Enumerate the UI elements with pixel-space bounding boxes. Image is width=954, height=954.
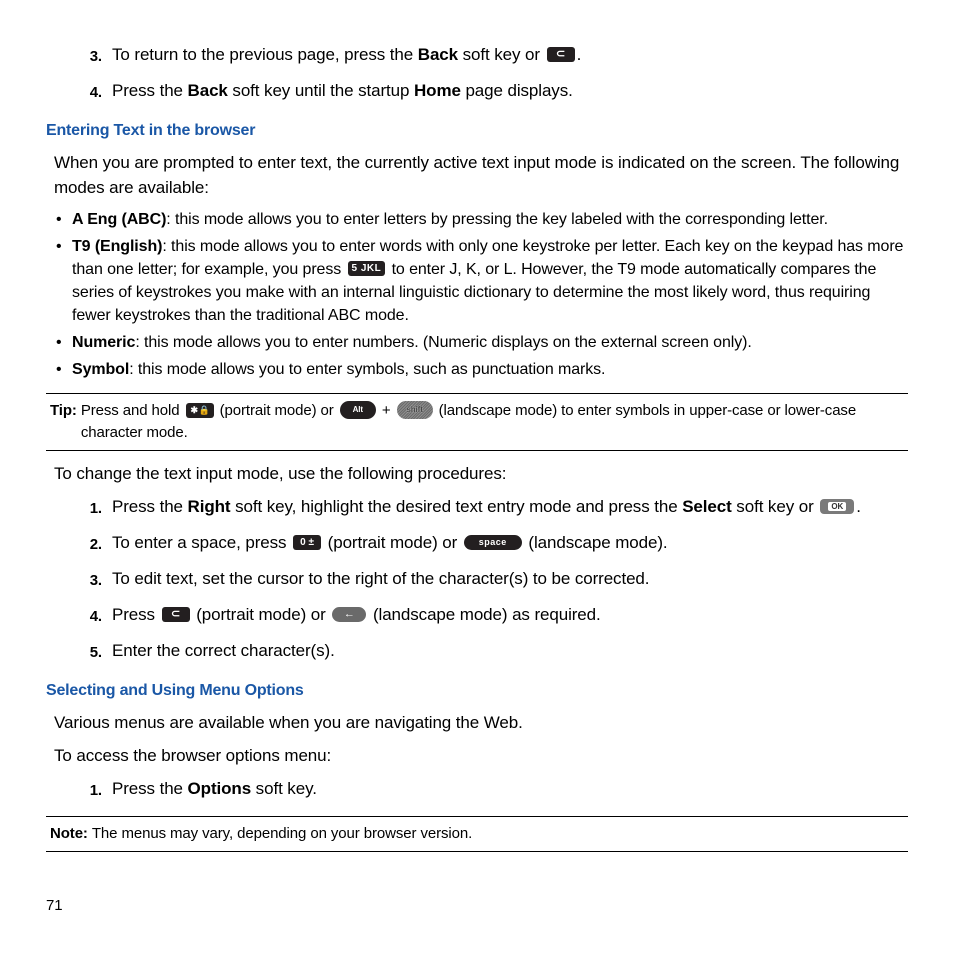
five-jkl-key-icon [348, 261, 386, 276]
step-body: To enter a space, press (portrait mode) … [112, 530, 908, 558]
shift-key-icon [397, 401, 433, 419]
intro-paragraph: When you are prompted to enter text, the… [54, 150, 908, 200]
text: : this mode allows you to enter symbols,… [129, 361, 605, 378]
options-step-1: 1. Press the Options soft key. [74, 776, 908, 804]
text: (landscape mode) as required. [368, 605, 600, 624]
text: (portrait mode) or [323, 533, 462, 552]
step-body: Enter the correct character(s). [112, 638, 908, 666]
step-number: 2. [74, 530, 112, 558]
tip-callout: Tip: Press and hold (portrait mode) or +… [46, 393, 908, 451]
text: (portrait mode) or [216, 402, 338, 419]
step-number: 5. [74, 638, 112, 666]
text: Press and hold [81, 402, 184, 419]
text: soft key or [458, 45, 545, 64]
step-body: Press the Options soft key. [112, 776, 908, 804]
bullet-t9: • T9 (English): this mode allows you to … [54, 235, 908, 327]
back-arrow-key-icon [332, 607, 366, 622]
note-lead: Note: [50, 823, 92, 845]
bullet-dot: • [54, 208, 72, 231]
bullet-a-eng: • A Eng (ABC): this mode allows you to e… [54, 208, 908, 231]
mode-bullets: • A Eng (ABC): this mode allows you to e… [54, 208, 908, 381]
bullet-body: Symbol: this mode allows you to enter sy… [72, 358, 908, 381]
bullet-numeric: • Numeric: this mode allows you to enter… [54, 331, 908, 354]
bullet-body: T9 (English): this mode allows you to en… [72, 235, 908, 327]
tip-body: Press and hold (portrait mode) or + (lan… [81, 400, 908, 444]
text: : this mode allows you to enter letters … [166, 211, 828, 228]
text: Press the [112, 81, 188, 100]
text: Enter the correct character(s). [112, 641, 335, 660]
text: To return to the previous page, press th… [112, 45, 418, 64]
note-callout: Note: The menus may vary, depending on y… [46, 816, 908, 852]
step-1: 1. Press the Right soft key, highlight t… [74, 494, 908, 522]
text: . [577, 45, 582, 64]
bold-back: Back [418, 45, 458, 64]
step-body: Press the Right soft key, highlight the … [112, 494, 908, 522]
manual-page: { "steps_top": [ {"num": "3.", "pre": "T… [0, 0, 954, 954]
step-number: 4. [74, 602, 112, 630]
text: To enter a space, press [112, 533, 291, 552]
heading-entering-text: Entering Text in the browser [46, 122, 908, 140]
back-key-icon [547, 47, 575, 62]
step-body: Press the Back soft key until the startu… [112, 78, 908, 106]
space-key-icon [464, 535, 522, 550]
bullet-dot: • [54, 235, 72, 327]
lead: A Eng (ABC) [72, 211, 166, 228]
star-lock-key-icon [186, 403, 214, 418]
menu-para-1: Various menus are available when you are… [54, 710, 908, 735]
text: + [378, 402, 395, 419]
bold-options: Options [188, 779, 252, 798]
alt-key-icon [340, 401, 376, 419]
text: (portrait mode) or [192, 605, 331, 624]
change-mode-intro: To change the text input mode, use the f… [54, 461, 908, 486]
step-body: To return to the previous page, press th… [112, 42, 908, 70]
step-number: 1. [74, 494, 112, 522]
step-3: 3. To return to the previous page, press… [74, 42, 908, 70]
bold-select: Select [682, 497, 732, 516]
step-2: 2. To enter a space, press (portrait mod… [74, 530, 908, 558]
step-3b: 3. To edit text, set the cursor to the r… [74, 566, 908, 594]
step-body: To edit text, set the cursor to the righ… [112, 566, 908, 594]
bold-back: Back [188, 81, 228, 100]
step-body: Press (portrait mode) or (landscape mode… [112, 602, 908, 630]
ok-key-icon [820, 499, 854, 514]
zero-key-icon [293, 535, 321, 550]
menu-para-2: To access the browser options menu: [54, 743, 908, 768]
bold-home: Home [414, 81, 461, 100]
step-number: 1. [74, 776, 112, 804]
step-5: 5. Enter the correct character(s). [74, 638, 908, 666]
lead: T9 (English) [72, 238, 162, 255]
text: Press [112, 605, 160, 624]
page-number: 71 [46, 897, 63, 914]
lead: Numeric [72, 334, 135, 351]
note-body: The menus may vary, depending on your br… [92, 823, 908, 845]
step-number: 4. [74, 78, 112, 106]
step-number: 3. [74, 42, 112, 70]
back-key-icon [162, 607, 190, 622]
text: soft key until the startup [228, 81, 414, 100]
lead: Symbol [72, 361, 129, 378]
text: soft key or [732, 497, 819, 516]
bold-right: Right [188, 497, 231, 516]
tip-lead: Tip: [50, 400, 81, 444]
text: To edit text, set the cursor to the righ… [112, 569, 649, 588]
step-number: 3. [74, 566, 112, 594]
bullet-dot: • [54, 358, 72, 381]
text: (landscape mode). [524, 533, 668, 552]
step-4b: 4. Press (portrait mode) or (landscape m… [74, 602, 908, 630]
text: page displays. [461, 81, 573, 100]
bullet-body: A Eng (ABC): this mode allows you to ent… [72, 208, 908, 231]
bullet-body: Numeric: this mode allows you to enter n… [72, 331, 908, 354]
text: . [856, 497, 861, 516]
bullet-symbol: • Symbol: this mode allows you to enter … [54, 358, 908, 381]
text: Press the [112, 779, 188, 798]
heading-menu-options: Selecting and Using Menu Options [46, 682, 908, 700]
text: Press the [112, 497, 188, 516]
text: soft key. [251, 779, 317, 798]
text: soft key, highlight the desired text ent… [230, 497, 682, 516]
step-4: 4. Press the Back soft key until the sta… [74, 78, 908, 106]
bullet-dot: • [54, 331, 72, 354]
text: : this mode allows you to enter numbers.… [135, 334, 751, 351]
